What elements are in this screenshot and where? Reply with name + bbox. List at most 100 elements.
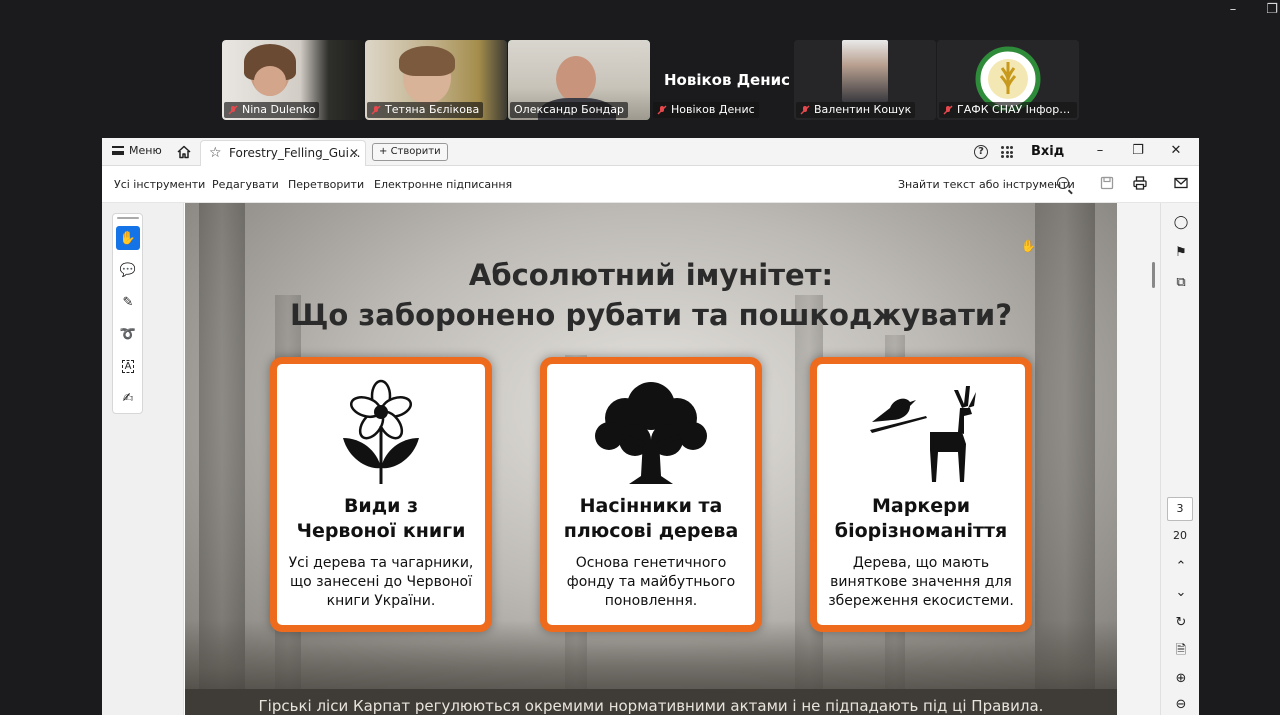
- current-page-input[interactable]: 3: [1167, 497, 1193, 521]
- slide-title-line: Що заборонено рубати та пошкоджувати?: [289, 298, 1013, 332]
- participant-tile[interactable]: Валентин Кошук: [794, 40, 936, 120]
- rotate-icon[interactable]: ↻: [1173, 615, 1189, 631]
- text-box-icon[interactable]: A: [116, 354, 140, 378]
- plus-icon: +: [379, 146, 388, 157]
- scrollbar-thumb[interactable]: [1152, 262, 1155, 288]
- participant-tile[interactable]: ГАФК СНАУ Інформац...: [937, 40, 1079, 120]
- hand-cursor-icon: ✋: [1021, 239, 1036, 253]
- card-title: Види з Червоної книги: [277, 494, 485, 544]
- apps-grid-icon[interactable]: [1001, 146, 1013, 158]
- main-toolbar: Усі інструменти Редагувати Перетворити Е…: [102, 167, 1199, 203]
- participant-tile-active[interactable]: Олександр Бондар: [508, 40, 650, 120]
- mic-muted-icon: [657, 105, 667, 115]
- right-tool-panel: ◯ ⚑ ⧉ 3 20 ⌃ ⌄ ↻ 🗎 ⊕ ⊖: [1160, 203, 1199, 715]
- participant-name: ГАФК СНАУ Інформац...: [939, 102, 1077, 118]
- mic-muted-icon: [943, 105, 953, 115]
- participant-name-text: Nina Dulenko: [242, 103, 316, 116]
- participant-name-text: Валентин Кошук: [814, 103, 912, 116]
- card-title-line: біорізноманіття: [834, 520, 1008, 542]
- print-icon[interactable]: [1133, 176, 1147, 190]
- tab-document-title: Forestry_Felling_Gui...: [229, 146, 361, 160]
- menu-label: Меню: [129, 144, 162, 157]
- close-window-icon[interactable]: ✕: [1166, 142, 1186, 160]
- esign-button[interactable]: Електронне підписання: [374, 178, 512, 191]
- left-tool-panel: ✋ 💬 ✎ ➰ A ✍: [102, 203, 184, 715]
- participant-name-text: Тетяна Бєлікова: [385, 103, 480, 116]
- tab-document[interactable]: ☆ Forestry_Felling_Gui... ✕: [200, 140, 366, 166]
- save-icon[interactable]: [1100, 176, 1114, 190]
- participant-name: Nina Dulenko: [224, 102, 320, 118]
- card-title-line: Насінники та: [579, 495, 723, 517]
- bookmark-icon[interactable]: ⚑: [1173, 245, 1189, 261]
- mic-muted-icon: [228, 105, 238, 115]
- help-icon[interactable]: ?: [974, 145, 988, 159]
- card-title-line: плюсові дерева: [563, 520, 739, 542]
- edit-button[interactable]: Редагувати: [212, 178, 279, 191]
- restore-icon[interactable]: ❐: [1265, 3, 1279, 16]
- chevron-up-icon[interactable]: ⌃: [1173, 559, 1189, 575]
- card-description: Основа генетичного фонду та майбутнього …: [566, 555, 736, 609]
- sign-in-button[interactable]: Вхід: [1031, 144, 1064, 159]
- card-title: Насінники та плюсові дерева: [547, 494, 755, 544]
- total-pages: 20: [1173, 529, 1187, 542]
- vertical-scrollbar[interactable]: [1117, 203, 1160, 715]
- bird-deer-icon: [870, 386, 976, 482]
- slide-title-line: Абсолютний імунітет:: [468, 258, 834, 292]
- card-biodiversity: Маркери біорізноманіття Дерева, що мають…: [810, 357, 1032, 632]
- chevron-down-icon[interactable]: ⌄: [1173, 585, 1189, 601]
- close-tab-icon[interactable]: ✕: [349, 141, 359, 165]
- participant-name-text: ГАФК СНАУ Інформац...: [957, 103, 1077, 116]
- card-title: Маркери біорізноманіття: [817, 494, 1025, 544]
- home-icon[interactable]: [176, 144, 192, 160]
- page-fit-icon[interactable]: 🗎: [1173, 643, 1189, 659]
- card-seed-trees: Насінники та плюсові дерева Основа генет…: [540, 357, 762, 632]
- mic-muted-icon: [371, 105, 381, 115]
- oak-tree-icon: [595, 382, 707, 484]
- slide-page: Абсолютний імунітет: Що заборонено рубат…: [185, 203, 1117, 715]
- pdf-reader-window: Меню ☆ Forestry_Felling_Gui... ✕ + Створ…: [102, 138, 1199, 715]
- mic-muted-icon: [800, 105, 810, 115]
- card-description: Дерева, що мають виняткове значення для …: [828, 555, 1014, 609]
- comment-icon[interactable]: 💬: [116, 258, 140, 282]
- highlight-pen-icon[interactable]: ✎: [116, 290, 140, 314]
- slide-title: Абсолютний імунітет: Що заборонено рубат…: [185, 255, 1117, 335]
- participant-display-name: Новіков Денис: [664, 71, 790, 89]
- convert-button[interactable]: Перетворити: [288, 178, 364, 191]
- zoom-out-icon[interactable]: ⊖: [1173, 697, 1189, 713]
- all-tools-button[interactable]: Усі інструменти: [114, 178, 205, 191]
- participant-face-lower: [254, 66, 286, 96]
- minimize-window-icon[interactable]: –: [1090, 142, 1110, 160]
- search-icon[interactable]: [1057, 177, 1069, 189]
- hamburger-icon: [112, 146, 124, 155]
- minimize-icon[interactable]: –: [1226, 3, 1240, 16]
- card-description: Усі дерева та чагарники, що занесені до …: [288, 555, 474, 609]
- flower-icon: [343, 379, 419, 484]
- fill-sign-icon[interactable]: ✍: [116, 386, 140, 410]
- restore-window-icon[interactable]: ❐: [1128, 142, 1148, 160]
- freehand-draw-icon[interactable]: ➰: [116, 322, 140, 346]
- participant-tile[interactable]: Nina Dulenko: [222, 40, 364, 120]
- email-icon[interactable]: [1174, 176, 1188, 190]
- menu-button[interactable]: Меню: [112, 144, 162, 157]
- card-title-line: Види з: [343, 495, 419, 517]
- participant-name: Валентин Кошук: [796, 102, 916, 118]
- zoom-in-icon[interactable]: ⊕: [1173, 671, 1189, 687]
- rail-grip[interactable]: [117, 217, 139, 219]
- participant-name: Новіков Денис: [653, 102, 759, 118]
- participant-face: [556, 56, 596, 102]
- star-icon[interactable]: ☆: [209, 141, 222, 165]
- ai-assistant-icon[interactable]: ◯: [1173, 215, 1189, 231]
- create-label: Створити: [390, 146, 441, 157]
- document-viewport[interactable]: Абсолютний імунітет: Що заборонено рубат…: [185, 203, 1117, 715]
- slide-footer-note: Гірські ліси Карпат регулюються окремими…: [185, 689, 1117, 715]
- hand-tool-icon[interactable]: ✋: [116, 226, 140, 250]
- participant-hair: [399, 46, 455, 76]
- find-text-button[interactable]: Знайти текст або інструменти: [898, 178, 1075, 191]
- quick-tools-rail: ✋ 💬 ✎ ➰ A ✍: [112, 213, 143, 414]
- tab-bar: Меню ☆ Forestry_Felling_Gui... ✕ + Створ…: [102, 138, 1199, 166]
- copy-pages-icon[interactable]: ⧉: [1173, 275, 1189, 291]
- create-button[interactable]: + Створити: [372, 143, 448, 161]
- participant-tile[interactable]: Тетяна Бєлікова: [365, 40, 507, 120]
- participant-name-text: Новіков Денис: [671, 103, 755, 116]
- participant-name-text: Олександр Бондар: [514, 103, 624, 116]
